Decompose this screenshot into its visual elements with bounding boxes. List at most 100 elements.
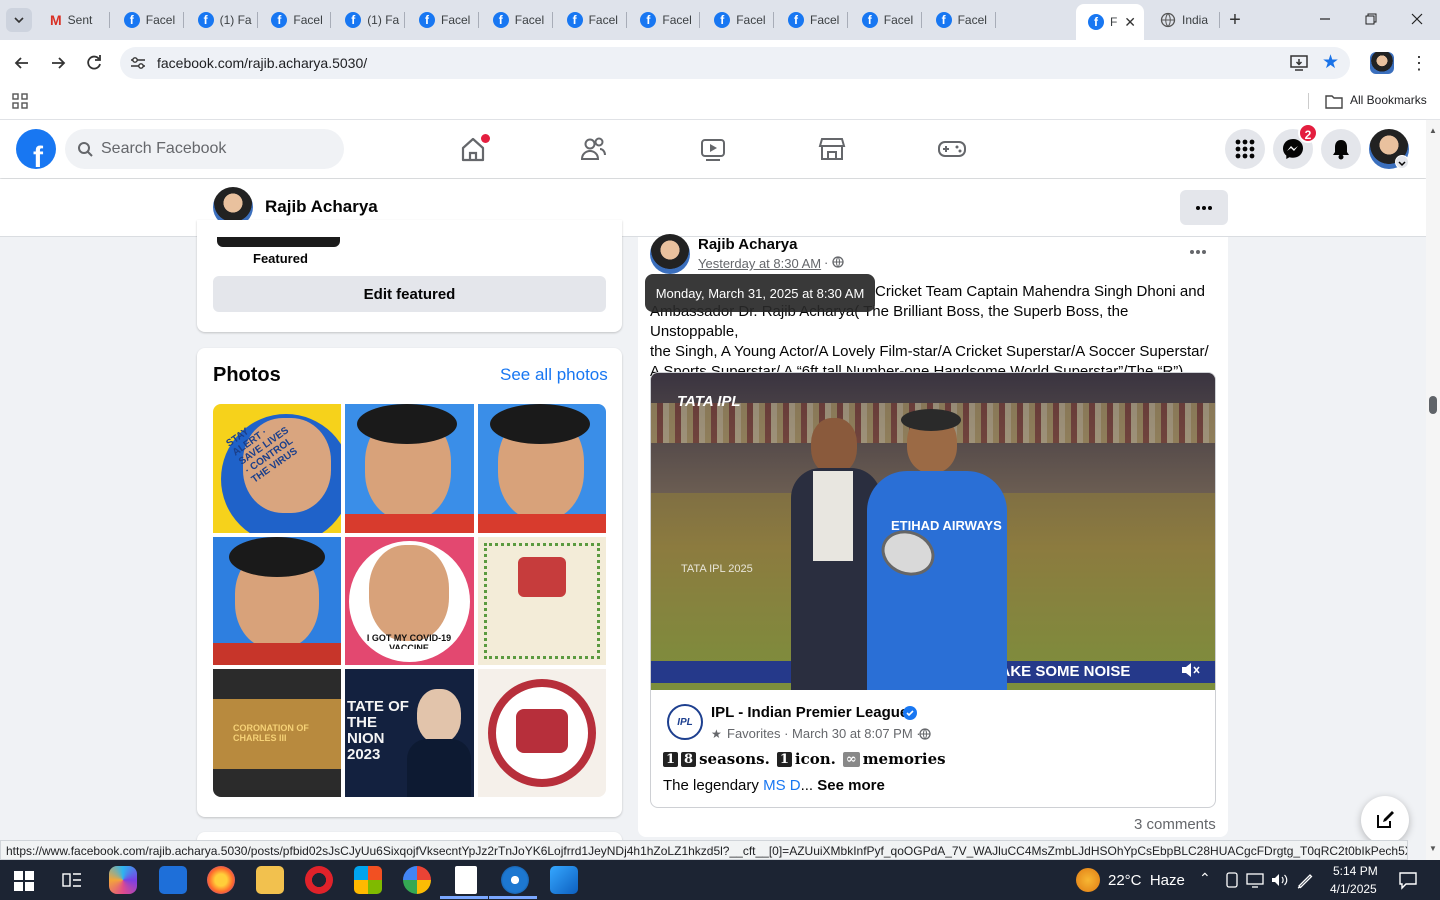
shared-video[interactable]: TATA IPL TATA IPL 2025 MAKE SOME NOISE E… bbox=[651, 373, 1215, 690]
messenger-icon bbox=[1283, 139, 1303, 159]
notepad-icon[interactable] bbox=[455, 866, 477, 894]
scroll-down-arrow-icon[interactable]: ▼ bbox=[1429, 844, 1437, 853]
nav-marketplace[interactable] bbox=[816, 133, 848, 165]
close-tab-icon[interactable]: ✕ bbox=[1124, 14, 1136, 31]
opera-icon[interactable] bbox=[305, 866, 333, 894]
bookmark-star-icon[interactable]: ★ bbox=[1322, 51, 1339, 74]
see-more-link[interactable]: See more bbox=[817, 777, 885, 794]
back-button[interactable] bbox=[12, 53, 32, 73]
messenger-button[interactable]: 2 bbox=[1273, 123, 1318, 169]
post-author-name[interactable]: Rajib Acharya bbox=[698, 236, 798, 253]
post-options-button[interactable] bbox=[1182, 242, 1214, 262]
apps-grid-icon[interactable] bbox=[12, 93, 28, 109]
browser-tab[interactable]: M Sent bbox=[38, 6, 110, 34]
volume-icon[interactable] bbox=[1270, 872, 1288, 888]
taskbar-app-icon-2[interactable] bbox=[159, 866, 187, 894]
browser-tab[interactable]: f Facel bbox=[776, 6, 848, 34]
photos-app-icon[interactable] bbox=[550, 866, 578, 894]
browser-tab[interactable]: f Facel bbox=[555, 6, 627, 34]
minimize-button[interactable] bbox=[1316, 10, 1334, 28]
browser-tab[interactable]: f (1) Fa bbox=[333, 6, 406, 34]
windows-start-icon[interactable] bbox=[14, 871, 34, 891]
browser-tab[interactable]: f Facel bbox=[702, 6, 775, 34]
notification-center-icon[interactable] bbox=[1398, 870, 1418, 890]
network-icon[interactable] bbox=[1246, 872, 1264, 888]
restore-button[interactable] bbox=[1362, 10, 1380, 28]
tray-chevron-up-icon[interactable]: ⌃ bbox=[1199, 870, 1211, 887]
mute-icon[interactable] bbox=[1179, 659, 1203, 681]
install-app-icon[interactable] bbox=[1290, 54, 1308, 72]
tray-device-icon[interactable] bbox=[1224, 872, 1240, 888]
photo-thumb-1[interactable]: STAY ALERT · SAVE LIVES · CONTROL THE VI… bbox=[213, 404, 341, 533]
browser-menu-button[interactable]: ⋮ bbox=[1410, 54, 1428, 72]
edit-featured-button[interactable]: Edit featured bbox=[213, 276, 606, 312]
browser-tab[interactable]: India bbox=[1148, 6, 1220, 34]
chrome-icon[interactable] bbox=[403, 866, 431, 894]
facebook-icon: f bbox=[935, 12, 952, 28]
reload-button[interactable] bbox=[84, 53, 104, 73]
task-view-icon[interactable] bbox=[62, 871, 82, 889]
pen-icon[interactable] bbox=[1296, 871, 1314, 889]
site-settings-icon[interactable] bbox=[130, 56, 146, 70]
browser-tab[interactable]: f Facel bbox=[407, 6, 479, 34]
facebook-logo-icon[interactable]: f bbox=[16, 129, 56, 169]
photo-thumb-2[interactable] bbox=[345, 404, 474, 533]
browser-tab[interactable]: f Facel bbox=[481, 6, 553, 34]
see-all-photos-link[interactable]: See all photos bbox=[500, 365, 608, 385]
microsoft-store-icon[interactable] bbox=[354, 866, 382, 894]
photo-thumb-7[interactable]: CORONATION OF CHARLES III bbox=[213, 669, 341, 797]
ms-dhoni-link[interactable]: MS D bbox=[763, 777, 801, 794]
new-tab-button[interactable]: + bbox=[1224, 9, 1246, 31]
browser-tab[interactable]: f Facel bbox=[850, 6, 922, 34]
photo-thumb-8[interactable]: TATE OF THE NION 2023 bbox=[345, 669, 474, 797]
browser-tab[interactable]: f Facel bbox=[628, 6, 701, 34]
new-message-button[interactable] bbox=[1361, 796, 1409, 844]
profile-more-button[interactable] bbox=[1180, 190, 1228, 225]
address-bar[interactable]: facebook.com/rajib.acharya.5030/ ★ bbox=[120, 47, 1350, 79]
scrollbar-thumb[interactable] bbox=[1429, 396, 1437, 414]
shared-post-meta[interactable]: Favorites · March 30 at 8:07 PM · bbox=[727, 726, 921, 741]
clock-date[interactable]: 4/1/2025 bbox=[1330, 882, 1377, 896]
browser-profile-avatar[interactable] bbox=[1370, 52, 1394, 74]
all-bookmarks-link[interactable]: All Bookmarks bbox=[1350, 93, 1427, 107]
browser-tab[interactable]: f (1) Fa bbox=[186, 6, 258, 34]
page-scrollbar[interactable]: ▲ ▼ bbox=[1426, 120, 1440, 860]
scroll-up-arrow-icon[interactable]: ▲ bbox=[1429, 126, 1437, 135]
featured-thumbnail[interactable] bbox=[217, 237, 340, 247]
browser-tab[interactable]: f Facel bbox=[924, 6, 996, 34]
nav-video[interactable] bbox=[697, 133, 729, 165]
browser-tab[interactable]: f Facel bbox=[259, 6, 332, 34]
post-timestamp[interactable]: Yesterday at 8:30 AM bbox=[698, 256, 821, 271]
comments-count[interactable]: 3 comments bbox=[1134, 816, 1216, 833]
copilot-icon[interactable] bbox=[109, 866, 137, 894]
menu-button[interactable] bbox=[1225, 129, 1265, 169]
nav-home[interactable] bbox=[457, 133, 490, 165]
shared-post-box[interactable]: TATA IPL TATA IPL 2025 MAKE SOME NOISE E… bbox=[650, 372, 1216, 808]
forward-button[interactable] bbox=[48, 53, 68, 73]
notifications-button[interactable] bbox=[1321, 129, 1361, 169]
photo-thumb-4[interactable] bbox=[213, 537, 341, 665]
post-author-avatar[interactable] bbox=[650, 234, 690, 274]
ipl-page-avatar[interactable]: IPL bbox=[667, 704, 703, 740]
weather-haze-icon[interactable] bbox=[1076, 868, 1100, 892]
profile-name[interactable]: Rajib Acharya bbox=[265, 197, 378, 217]
nav-gaming[interactable] bbox=[936, 133, 968, 165]
photo-thumb-6[interactable] bbox=[478, 537, 606, 665]
taskbar-app-icon-9[interactable] bbox=[501, 866, 529, 894]
browser-tab[interactable]: f F ✕ bbox=[1076, 4, 1144, 40]
shared-page-name[interactable]: IPL - Indian Premier League bbox=[711, 704, 908, 721]
photo-thumb-9[interactable]: KING CHARLES III CORONATION 6TH MAY 2023 bbox=[478, 669, 606, 797]
keycap-1: 1 bbox=[663, 751, 679, 767]
firefox-icon[interactable] bbox=[207, 866, 235, 894]
nav-friends[interactable] bbox=[577, 133, 609, 165]
file-explorer-icon[interactable] bbox=[256, 866, 284, 894]
weather-text[interactable]: 22°C Haze bbox=[1108, 872, 1185, 889]
clock-time[interactable]: 5:14 PM bbox=[1333, 864, 1378, 878]
photo-thumb-3[interactable] bbox=[478, 404, 606, 533]
account-chevron-icon[interactable] bbox=[1395, 155, 1409, 169]
photo-thumb-5[interactable]: I GOT MY COVID-19 VACCINE bbox=[345, 537, 474, 665]
tab-search-button[interactable] bbox=[6, 8, 32, 32]
browser-tab[interactable]: f Facel bbox=[112, 6, 184, 34]
search-facebook-input[interactable]: Search Facebook bbox=[65, 129, 344, 169]
close-window-button[interactable] bbox=[1408, 10, 1426, 28]
